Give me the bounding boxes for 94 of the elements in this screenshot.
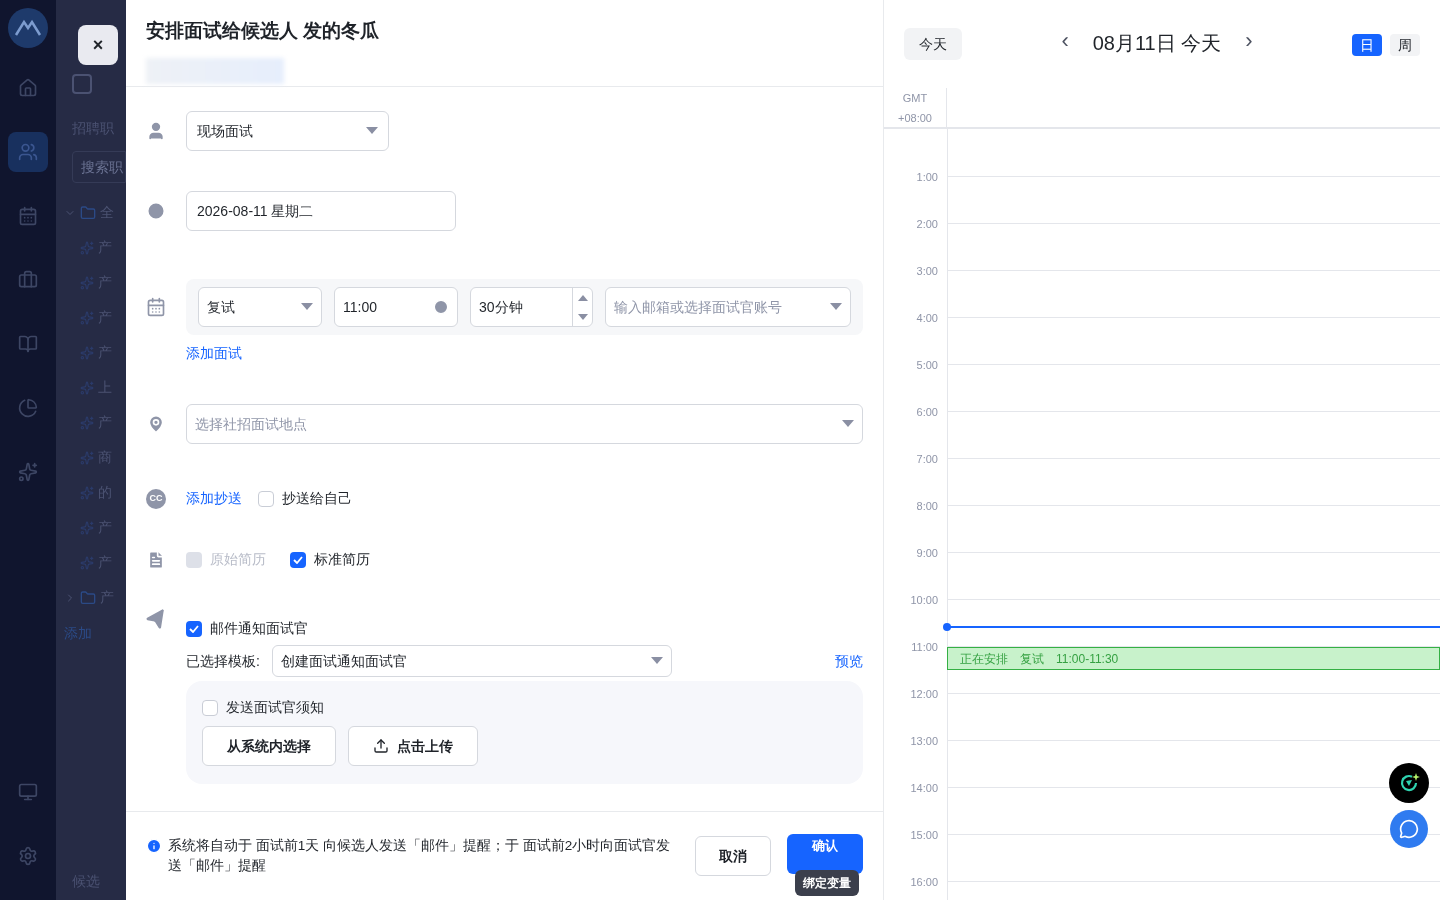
hour-label: 10:00 bbox=[909, 593, 938, 608]
monitor-icon bbox=[18, 782, 38, 802]
add-interview-link[interactable]: 添加面试 bbox=[186, 343, 242, 364]
confirm-button[interactable]: 确认 bbox=[787, 834, 863, 874]
next-day-button[interactable]: › bbox=[1245, 30, 1253, 52]
sparkle-icon bbox=[80, 415, 94, 430]
cancel-button[interactable]: 取消 bbox=[695, 836, 771, 876]
today-button[interactable]: 今天 bbox=[904, 28, 962, 60]
template-label: 已选择模板: bbox=[186, 651, 260, 671]
hour-label: 1:00 bbox=[915, 170, 938, 185]
checkbox-label: 原始简历 bbox=[210, 550, 266, 569]
sparkle-icon bbox=[80, 275, 94, 290]
hour-label: 15:00 bbox=[909, 828, 938, 843]
sparkle-icon bbox=[80, 520, 94, 535]
view-tab[interactable]: 周 bbox=[1390, 34, 1420, 56]
hour-label: 3:00 bbox=[915, 264, 938, 279]
home-icon bbox=[18, 78, 38, 98]
sparkle-icon bbox=[80, 240, 94, 255]
close-button[interactable]: × bbox=[78, 25, 118, 65]
chat-bubble-icon bbox=[1399, 819, 1419, 839]
folder-icon bbox=[80, 589, 96, 606]
people-icon bbox=[18, 142, 38, 162]
book-icon bbox=[18, 334, 38, 354]
sparkle-icon bbox=[80, 450, 94, 465]
sparkle-icon bbox=[80, 485, 94, 500]
hour-label: 5:00 bbox=[915, 358, 938, 373]
hour-label: 11:00 bbox=[910, 640, 938, 655]
hour-label: 6:00 bbox=[915, 405, 938, 420]
reminder-note: 系统将自动于 面试前1天 向候选人发送「邮件」提醒；于 面试前2小时向面试官发送「邮件」提醒 bbox=[168, 837, 672, 875]
checkbox-label: 抄送给自己 bbox=[282, 489, 352, 508]
date-field[interactable]: 2026-08-11 星期二 bbox=[186, 191, 456, 231]
cc-icon: CC bbox=[146, 488, 166, 509]
hour-label: 16:00 bbox=[909, 875, 938, 890]
checkbox-label: 邮件通知面试官 bbox=[210, 619, 308, 638]
info-icon bbox=[146, 838, 162, 854]
hour-label: 7:00 bbox=[915, 452, 938, 467]
hour-label: 9:00 bbox=[915, 546, 938, 561]
stepper-up-icon[interactable] bbox=[577, 294, 588, 301]
hour-label: 4:00 bbox=[915, 311, 938, 326]
checkbox[interactable] bbox=[258, 490, 274, 507]
checkbox[interactable] bbox=[290, 551, 306, 568]
calendar-date: 08月11日 今天 bbox=[1092, 31, 1222, 56]
sparkle-icon bbox=[18, 462, 38, 482]
chat-button[interactable] bbox=[1390, 810, 1428, 848]
dropdown-caret-icon bbox=[842, 420, 854, 428]
add-cc-link[interactable]: 添加抄送 bbox=[186, 488, 242, 509]
calendar-icon bbox=[18, 206, 38, 226]
hour-label: 2:00 bbox=[915, 217, 938, 232]
sparkle-icon bbox=[80, 345, 94, 360]
hour-label: 12:00 bbox=[909, 687, 938, 702]
hour-label: 13:00 bbox=[909, 734, 938, 749]
mountain-logo-icon bbox=[8, 8, 48, 48]
upload-icon bbox=[373, 738, 389, 754]
panel-title: 安排面试给候选人 发的冬瓜 bbox=[146, 19, 381, 43]
sparkle-icon bbox=[80, 555, 94, 570]
checkbox[interactable] bbox=[202, 699, 218, 716]
pie-chart-icon bbox=[18, 398, 38, 418]
select-button[interactable]: 从系统内选择 bbox=[202, 726, 336, 766]
folder-icon bbox=[80, 204, 96, 221]
person-icon bbox=[146, 121, 166, 141]
briefcase-icon bbox=[18, 270, 38, 290]
settings-icon bbox=[18, 846, 38, 866]
duration-stepper[interactable]: 30分钟 bbox=[470, 287, 593, 327]
nav-item[interactable] bbox=[8, 8, 48, 48]
dropdown-caret-icon bbox=[830, 303, 842, 311]
interviewer-select[interactable]: 输入邮箱或选择面试官账号 bbox=[605, 287, 851, 327]
sparkle-icon bbox=[80, 310, 94, 325]
dropdown-caret-icon bbox=[301, 303, 313, 311]
interview-type-select[interactable]: 现场面试 bbox=[186, 111, 389, 151]
calendar-icon bbox=[146, 297, 166, 317]
stepper-down-icon[interactable] bbox=[577, 313, 588, 320]
checkmark-icon bbox=[189, 624, 199, 633]
checkbox-label: 标准简历 bbox=[314, 550, 370, 569]
assistant-button[interactable] bbox=[1389, 763, 1429, 803]
hour-label: 14:00 bbox=[909, 781, 938, 796]
checkbox[interactable] bbox=[186, 620, 202, 637]
checkbox-label: 发送面试官须知 bbox=[226, 698, 324, 717]
view-tab[interactable]: 日 bbox=[1352, 34, 1382, 56]
preview-link[interactable]: 预览 bbox=[835, 650, 863, 672]
template-select[interactable]: 创建面试通知面试官 bbox=[271, 645, 672, 677]
location-select[interactable]: 选择社招面试地点 bbox=[186, 404, 863, 444]
dropdown-caret-icon bbox=[650, 657, 663, 665]
timezone-label: GMT bbox=[902, 91, 928, 106]
tooltip: 绑定变量 bbox=[795, 870, 859, 896]
checkmark-icon bbox=[293, 555, 303, 564]
hour-label: 8:00 bbox=[915, 499, 938, 514]
sparkle-icon bbox=[80, 380, 94, 395]
timezone-label: +08:00 bbox=[898, 111, 932, 126]
time-field[interactable]: 11:00 bbox=[334, 287, 458, 327]
calendar-event[interactable]: 正在安排 复试 11:00-11:30 bbox=[947, 647, 1440, 670]
previous-day-button[interactable]: ‹ bbox=[1061, 30, 1069, 52]
upload-button[interactable]: 点击上传 bbox=[348, 726, 478, 766]
round-select[interactable]: 复试 bbox=[198, 287, 322, 327]
dropdown-caret-icon bbox=[366, 127, 378, 135]
